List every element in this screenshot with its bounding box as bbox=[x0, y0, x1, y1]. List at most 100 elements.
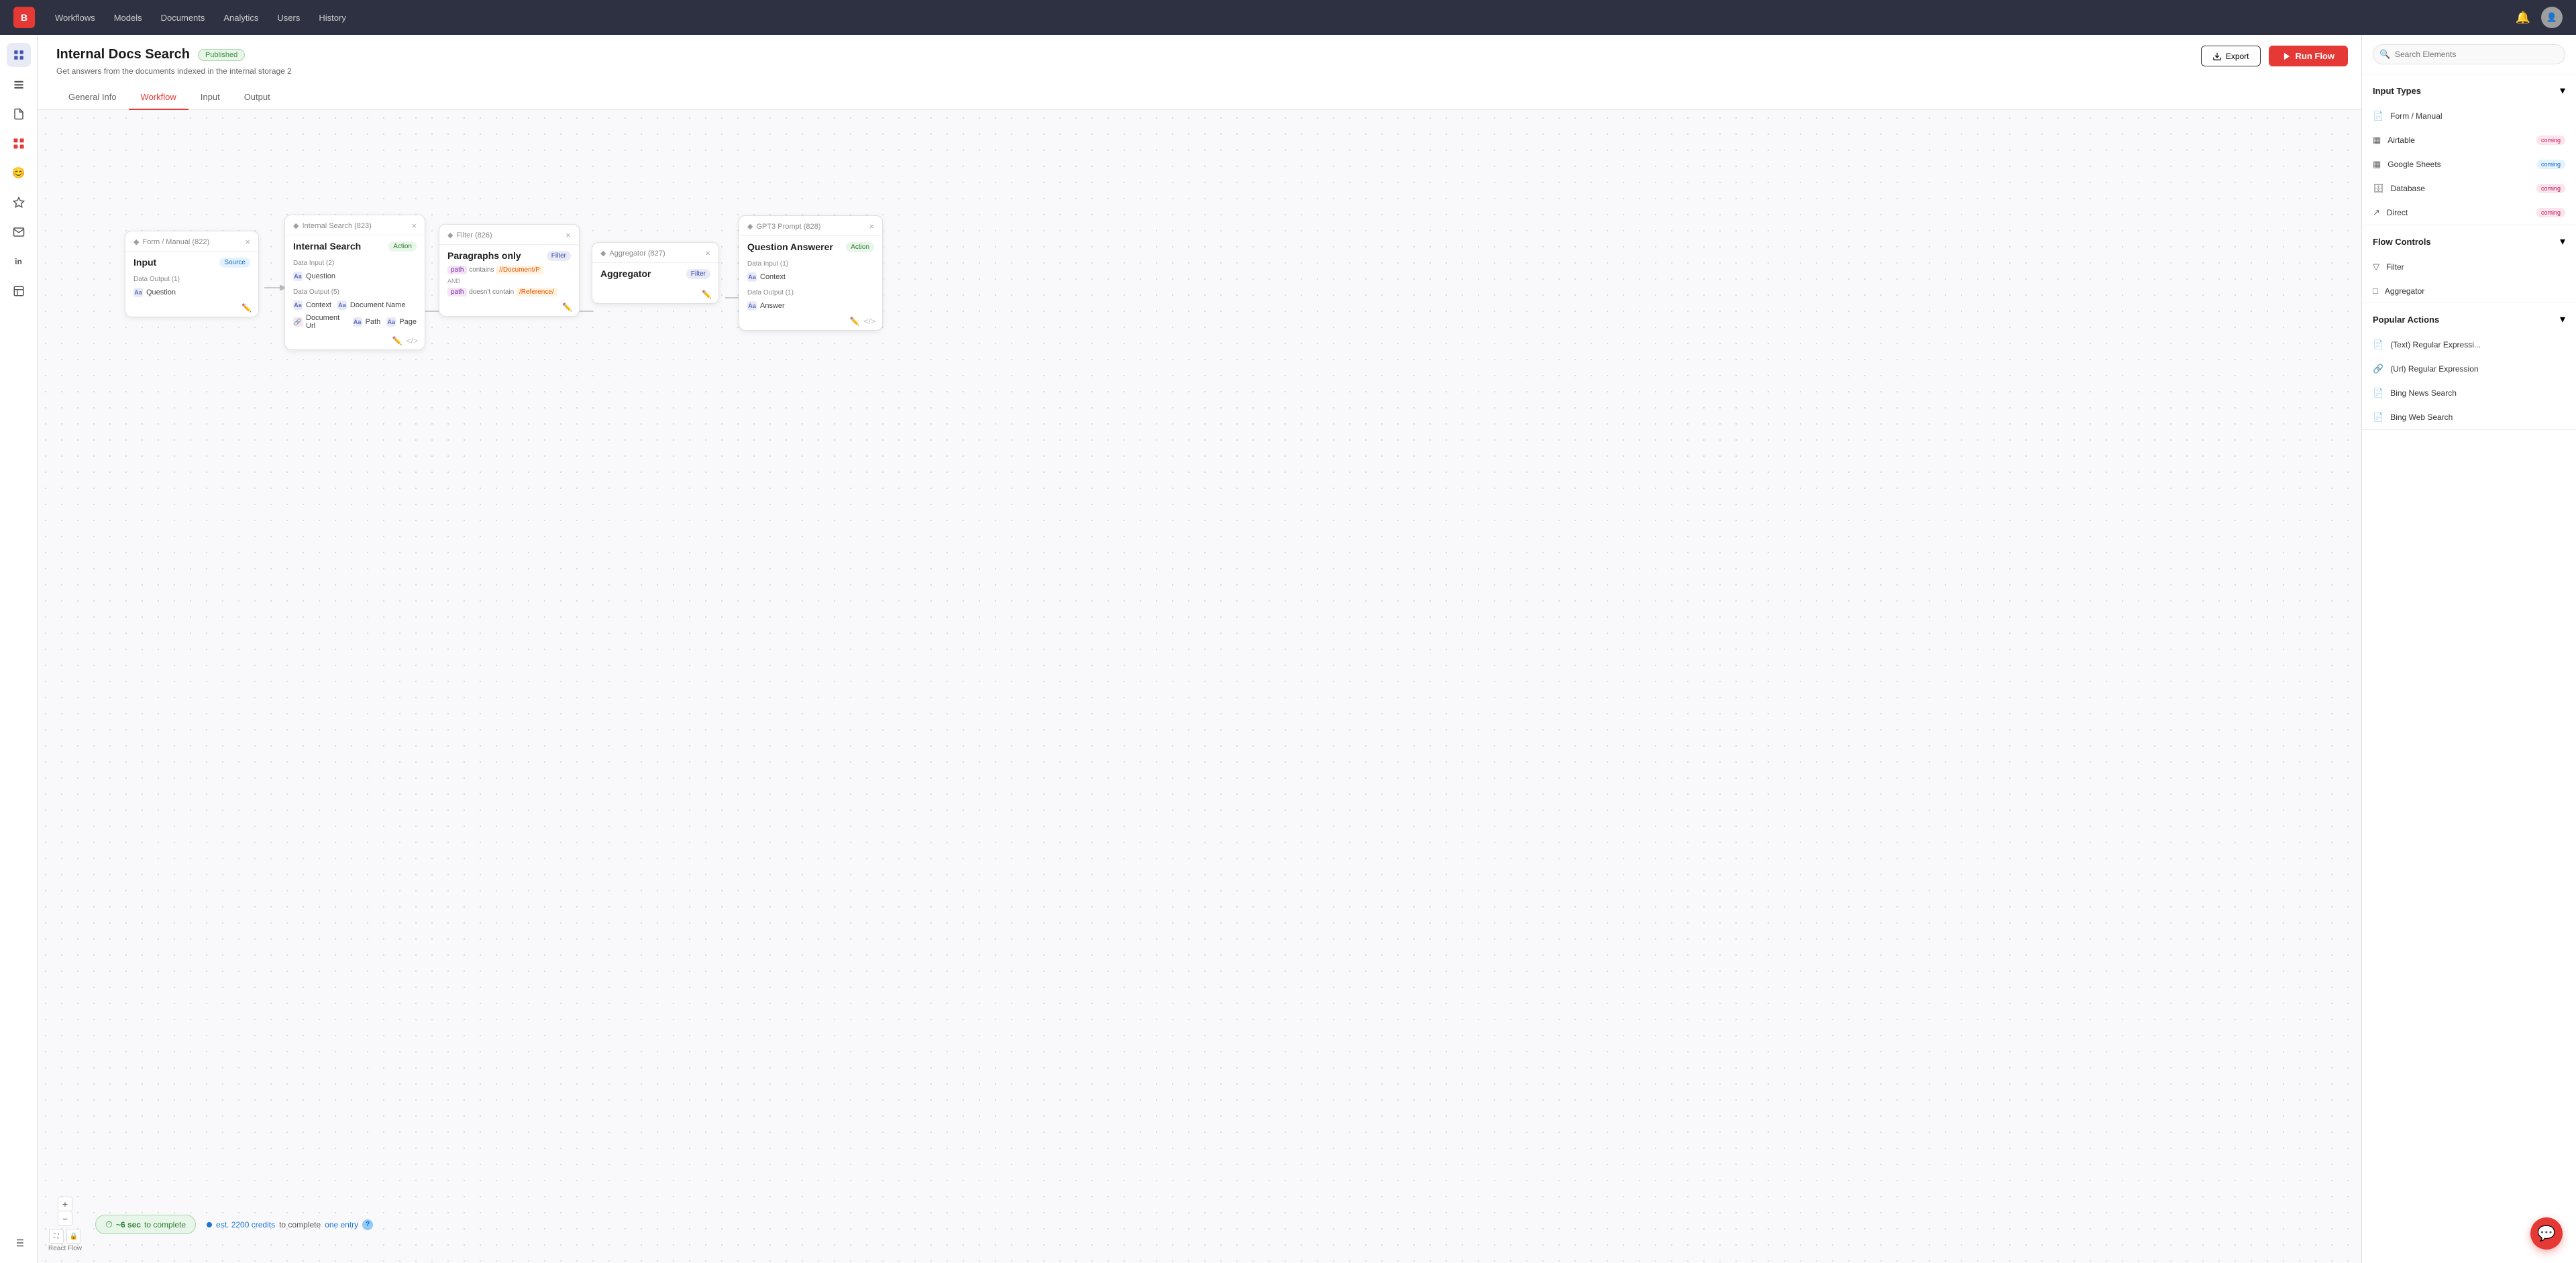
nav-documents[interactable]: Documents bbox=[161, 10, 205, 25]
code-icon-search[interactable]: </> bbox=[407, 336, 418, 345]
nav-items: Workflows Models Documents Analytics Use… bbox=[55, 10, 346, 25]
sidebar-mail[interactable] bbox=[7, 220, 31, 244]
search-icon: 🔍 bbox=[2379, 49, 2390, 60]
workflow-canvas[interactable]: ◆ Form / Manual (822) × Input Source Dat… bbox=[38, 110, 2361, 1263]
rp-item-text-regex[interactable]: 📄 (Text) Regular Expressi... bbox=[2362, 333, 2576, 357]
node-form-manual[interactable]: ◆ Form / Manual (822) × Input Source Dat… bbox=[125, 231, 259, 317]
app-logo[interactable]: B bbox=[13, 7, 35, 28]
sidebar-active[interactable] bbox=[7, 131, 31, 156]
chat-widget[interactable]: 💬 bbox=[2530, 1217, 2563, 1250]
export-icon bbox=[2212, 52, 2222, 61]
node-internal-search-header: ◆ Internal Search (823) × bbox=[285, 215, 425, 235]
sidebar-workflows[interactable] bbox=[7, 43, 31, 67]
node-aggregator[interactable]: ◆ Aggregator (827) × Aggregator Filter ✏… bbox=[592, 242, 719, 304]
bottom-bar: + − ⛶ 🔒 React Flow ⏱ ~6 sec to complete … bbox=[48, 1197, 373, 1252]
node-filter[interactable]: ◆ Filter (826) × Paragraphs only Filter … bbox=[439, 224, 580, 317]
search-section: 🔍 bbox=[2362, 35, 2576, 74]
rp-item-google-sheets[interactable]: ▦ Google Sheets coming bbox=[2362, 152, 2576, 176]
flow-controls-header[interactable]: Flow Controls ▾ bbox=[2362, 225, 2576, 255]
info-icon[interactable]: ? bbox=[362, 1219, 373, 1230]
dot-blue bbox=[207, 1222, 212, 1227]
close-icon-search[interactable]: × bbox=[411, 221, 417, 231]
sidebar-page[interactable] bbox=[7, 279, 31, 303]
tab-bar: General Info Workflow Input Output bbox=[56, 85, 2343, 109]
edit-icon-gpt3[interactable]: ✏️ bbox=[850, 317, 860, 326]
node-gpt3-header: ◆ GPT3 Prompt (828) × bbox=[739, 216, 882, 236]
nav-analytics[interactable]: Analytics bbox=[223, 10, 258, 25]
url-regex-icon: 🔗 bbox=[2373, 364, 2383, 374]
close-icon-aggregator[interactable]: × bbox=[705, 248, 710, 258]
run-flow-button[interactable]: Run Flow bbox=[2269, 46, 2349, 66]
code-icon-gpt3[interactable]: </> bbox=[864, 317, 875, 326]
play-icon bbox=[2282, 52, 2292, 61]
sidebar-linkedin[interactable]: in bbox=[7, 250, 31, 274]
rp-item-url-regex[interactable]: 🔗 (Url) Regular Expression bbox=[2362, 357, 2576, 381]
search-input[interactable] bbox=[2373, 44, 2565, 64]
chevron-down-icon-3: ▾ bbox=[2560, 313, 2565, 326]
node-form-manual-header: ◆ Form / Manual (822) × bbox=[125, 231, 258, 252]
tab-output[interactable]: Output bbox=[232, 85, 282, 110]
sidebar-documents[interactable] bbox=[7, 102, 31, 126]
nav-workflows[interactable]: Workflows bbox=[55, 10, 95, 25]
nav-right: 🔔 👤 bbox=[2516, 7, 2563, 28]
node-gpt3[interactable]: ◆ GPT3 Prompt (828) × Question Answerer … bbox=[739, 215, 883, 331]
close-icon-form[interactable]: × bbox=[245, 237, 250, 247]
edit-icon-aggregator[interactable]: ✏️ bbox=[702, 290, 712, 299]
nav-history[interactable]: History bbox=[319, 10, 345, 25]
sidebar-emoji[interactable]: 😊 bbox=[7, 161, 31, 185]
lock-button[interactable]: 🔒 bbox=[66, 1229, 81, 1244]
credits-info: est. 2200 credits to complete one entry … bbox=[207, 1219, 373, 1230]
tab-workflow[interactable]: Workflow bbox=[129, 85, 189, 110]
left-sidebar: 😊 in bbox=[0, 35, 38, 1263]
popular-actions-header[interactable]: Popular Actions ▾ bbox=[2362, 303, 2576, 333]
rp-item-airtable[interactable]: ▦ Airtable coming bbox=[2362, 128, 2576, 152]
tab-input[interactable]: Input bbox=[189, 85, 232, 110]
export-button[interactable]: Export bbox=[2201, 46, 2261, 66]
close-icon-filter[interactable]: × bbox=[566, 230, 571, 240]
tab-general-info[interactable]: General Info bbox=[56, 85, 129, 110]
rp-item-direct[interactable]: ↗ Direct coming bbox=[2362, 201, 2576, 225]
close-icon-gpt3[interactable]: × bbox=[869, 221, 874, 231]
page-title: Internal Docs Search bbox=[56, 47, 190, 62]
input-types-header[interactable]: Input Types ▾ bbox=[2362, 74, 2576, 104]
user-avatar[interactable]: 👤 bbox=[2541, 7, 2563, 28]
fit-view-button[interactable]: ⛶ bbox=[49, 1229, 64, 1244]
form-icon: 📄 bbox=[2373, 111, 2383, 121]
edit-icon-filter[interactable]: ✏️ bbox=[562, 303, 572, 312]
nav-models[interactable]: Models bbox=[114, 10, 142, 25]
text-regex-icon: 📄 bbox=[2373, 339, 2383, 350]
main-area: Internal Docs Search Published Get answe… bbox=[38, 35, 2361, 1263]
rp-item-bing-web[interactable]: 📄 Bing Web Search bbox=[2362, 405, 2576, 429]
google-sheets-icon: ▦ bbox=[2373, 159, 2381, 170]
aggregator-icon: □ bbox=[2373, 286, 2378, 296]
node-internal-search[interactable]: ◆ Internal Search (823) × Internal Searc… bbox=[284, 215, 425, 350]
right-panel: 🔍 Input Types ▾ 📄 Form / Manual ▦ Airtab… bbox=[2361, 35, 2576, 1263]
edit-icon-form[interactable]: ✏️ bbox=[241, 303, 252, 313]
nav-users[interactable]: Users bbox=[277, 10, 300, 25]
zoom-out-button[interactable]: − bbox=[58, 1211, 72, 1226]
notification-button[interactable]: 🔔 bbox=[2516, 11, 2530, 25]
rp-item-database[interactable]: 🗄 Database coming bbox=[2362, 176, 2576, 201]
node-field-question: Aa Question bbox=[125, 286, 258, 299]
page-description: Get answers from the documents indexed i… bbox=[56, 66, 2343, 76]
time-status-chip: ⏱ ~6 sec to complete bbox=[95, 1215, 196, 1234]
popular-actions-section: Popular Actions ▾ 📄 (Text) Regular Expre… bbox=[2362, 303, 2576, 430]
filter-icon: ▽ bbox=[2373, 262, 2379, 272]
rp-item-form-manual[interactable]: 📄 Form / Manual bbox=[2362, 104, 2576, 128]
zoom-in-button[interactable]: + bbox=[58, 1197, 72, 1211]
bing-web-icon: 📄 bbox=[2373, 412, 2383, 423]
direct-icon: ↗ bbox=[2373, 207, 2380, 218]
rp-item-aggregator[interactable]: □ Aggregator bbox=[2362, 279, 2576, 303]
airtable-icon: ▦ bbox=[2373, 135, 2381, 146]
published-badge: Published bbox=[198, 49, 245, 61]
bing-news-icon: 📄 bbox=[2373, 388, 2383, 398]
sidebar-magic[interactable] bbox=[7, 190, 31, 215]
input-types-section: Input Types ▾ 📄 Form / Manual ▦ Airtable… bbox=[2362, 74, 2576, 225]
edit-icon-search[interactable]: ✏️ bbox=[392, 336, 402, 345]
status-row: ⏱ ~6 sec to complete est. 2200 credits t… bbox=[95, 1215, 373, 1234]
sidebar-list[interactable] bbox=[7, 1231, 31, 1255]
flow-controls-section: Flow Controls ▾ ▽ Filter □ Aggregator bbox=[2362, 225, 2576, 303]
sidebar-models[interactable] bbox=[7, 72, 31, 97]
rp-item-filter[interactable]: ▽ Filter bbox=[2362, 255, 2576, 279]
rp-item-bing-news[interactable]: 📄 Bing News Search bbox=[2362, 381, 2576, 405]
